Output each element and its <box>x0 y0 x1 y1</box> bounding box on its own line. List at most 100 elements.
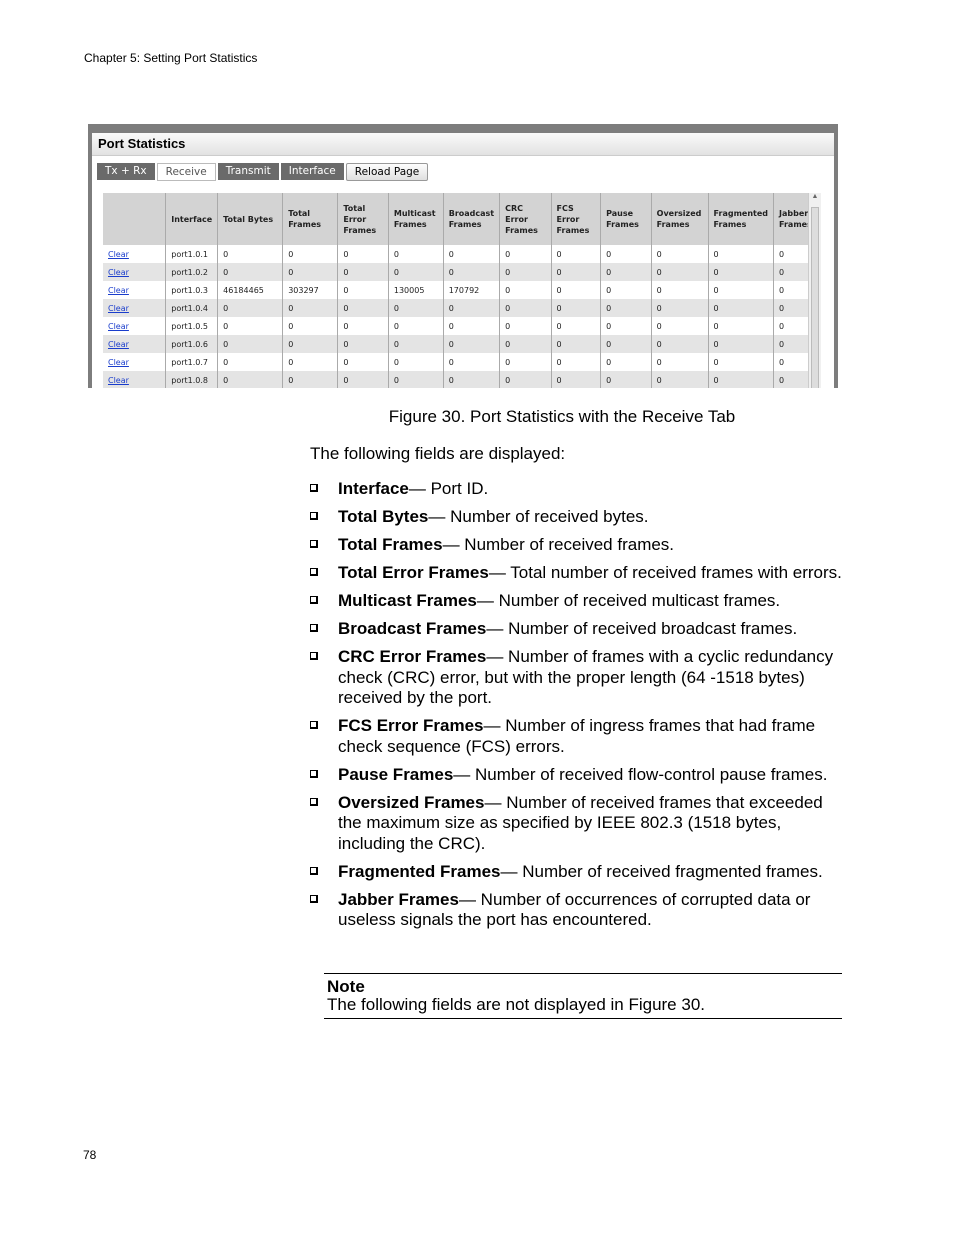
interface-cell: port1.0.3 <box>165 281 219 299</box>
value-cell: 0 <box>708 371 775 388</box>
field-term: Total Frames <box>338 535 443 554</box>
clear-link[interactable]: Clear <box>108 250 129 259</box>
value-cell: 0 <box>551 263 602 281</box>
table-row: Clear port1.0.6 0 0 0 0 0 0 0 0 0 0 0 <box>103 335 819 353</box>
clear-link[interactable]: Clear <box>108 268 129 277</box>
field-term: FCS Error Frames <box>338 716 484 735</box>
tab-tx-rx[interactable]: Tx + Rx <box>97 163 155 180</box>
value-cell: 0 <box>388 299 444 317</box>
value-cell: 0 <box>600 281 652 299</box>
square-bullet-icon <box>310 484 318 492</box>
running-head: Chapter 5: Setting Port Statistics <box>84 51 258 65</box>
field-term: Interface <box>338 479 409 498</box>
clear-link[interactable]: Clear <box>108 376 129 385</box>
column-header: FCS Error Frames <box>551 193 602 245</box>
field-list-item: Fragmented Frames— Number of received fr… <box>310 862 850 883</box>
panel-title: Port Statistics <box>92 133 834 156</box>
column-header: Multicast Frames <box>388 193 444 245</box>
clear-link[interactable]: Clear <box>108 286 129 295</box>
value-cell: 0 <box>337 317 389 335</box>
value-cell: 0 <box>443 353 501 371</box>
value-cell: 0 <box>551 371 602 388</box>
field-list-item: FCS Error Frames— Number of ingress fram… <box>310 716 850 757</box>
value-cell: 303297 <box>282 281 339 299</box>
field-list-item: Interface— Port ID. <box>310 479 850 500</box>
clear-link[interactable]: Clear <box>108 340 129 349</box>
value-cell: 0 <box>499 299 552 317</box>
column-header: Total Error Frames <box>337 193 389 245</box>
value-cell: 0 <box>217 353 284 371</box>
value-cell: 0 <box>708 317 775 335</box>
table-row: Clear port1.0.1 0 0 0 0 0 0 0 0 0 0 0 <box>103 245 819 263</box>
tab-receive[interactable]: Receive <box>156 163 216 181</box>
figure-caption: Figure 30. Port Statistics with the Rece… <box>388 407 736 426</box>
table-row: Clear port1.0.4 0 0 0 0 0 0 0 0 0 0 0 <box>103 299 819 317</box>
document-page: Chapter 5: Setting Port Statistics Port … <box>0 0 954 1235</box>
value-cell: 0 <box>443 299 501 317</box>
table-row: Clear port1.0.2 0 0 0 0 0 0 0 0 0 0 0 <box>103 263 819 281</box>
value-cell: 0 <box>708 245 775 263</box>
value-cell: 0 <box>388 335 444 353</box>
clear-link[interactable]: Clear <box>108 304 129 313</box>
field-list-item: Jabber Frames— Number of occurrences of … <box>310 890 850 931</box>
column-header: Broadcast Frames <box>443 193 501 245</box>
value-cell: 0 <box>651 245 709 263</box>
scrollbar-thumb[interactable] <box>811 207 819 388</box>
field-list: Interface— Port ID. Total Bytes— Number o… <box>310 479 850 938</box>
vertical-scrollbar[interactable]: ▲ <box>808 193 821 388</box>
scroll-up-icon[interactable]: ▲ <box>809 193 821 200</box>
value-cell: 0 <box>337 335 389 353</box>
value-cell: 0 <box>600 299 652 317</box>
interface-cell: port1.0.2 <box>165 263 219 281</box>
note-title: Note <box>327 977 365 996</box>
value-cell: 0 <box>282 299 339 317</box>
field-description: — Number of received broadcast frames. <box>486 619 798 638</box>
field-term: Total Error Frames <box>338 563 489 582</box>
value-cell: 0 <box>337 353 389 371</box>
column-header: Total Bytes <box>217 193 284 245</box>
clear-cell: Clear <box>103 245 167 263</box>
value-cell: 0 <box>499 263 552 281</box>
value-cell: 0 <box>443 263 501 281</box>
value-cell: 0 <box>443 245 501 263</box>
value-cell: 0 <box>443 335 501 353</box>
clear-link[interactable]: Clear <box>108 322 129 331</box>
clear-cell: Clear <box>103 371 167 388</box>
value-cell: 0 <box>708 353 775 371</box>
field-description: — Number of received fragmented frames. <box>500 861 823 881</box>
value-cell: 0 <box>282 263 339 281</box>
clear-link[interactable]: Clear <box>108 358 129 367</box>
value-cell: 0 <box>551 245 602 263</box>
column-header: Oversized Frames <box>651 193 709 245</box>
value-cell: 0 <box>708 299 775 317</box>
value-cell: 0 <box>551 281 602 299</box>
square-bullet-icon <box>310 866 318 875</box>
field-term: Oversized Frames <box>338 792 485 812</box>
field-list-item: CRC Error Frames— Number of frames with … <box>310 647 850 709</box>
value-cell: 0 <box>551 353 602 371</box>
clear-cell: Clear <box>103 335 167 353</box>
column-header: Total Frames <box>282 193 339 245</box>
table-row: Clear port1.0.5 0 0 0 0 0 0 0 0 0 0 0 <box>103 317 819 335</box>
reload-page-button[interactable]: Reload Page <box>345 163 429 181</box>
value-cell: 0 <box>388 317 444 335</box>
value-cell: 0 <box>337 299 389 317</box>
stats-table-container: Interface Total Bytes Total Frames Total Er… <box>103 193 819 388</box>
value-cell: 0 <box>499 245 552 263</box>
field-term: CRC Error Frames <box>338 647 487 666</box>
value-cell: 0 <box>600 245 652 263</box>
value-cell: 46184465 <box>217 281 284 299</box>
field-description: — Total number of received frames with e… <box>488 563 842 582</box>
interface-cell: port1.0.1 <box>165 245 219 263</box>
field-description: — Number of received multicast frames. <box>476 591 781 610</box>
column-header: Interface <box>165 193 219 245</box>
value-cell: 0 <box>600 353 652 371</box>
clear-cell: Clear <box>103 353 167 371</box>
tab-interface[interactable]: Interface <box>280 163 344 180</box>
value-cell: 0 <box>443 371 501 388</box>
field-description: — Number of received frames. <box>442 535 675 554</box>
square-bullet-icon <box>310 568 318 576</box>
table-row: Clear port1.0.7 0 0 0 0 0 0 0 0 0 0 0 <box>103 353 819 371</box>
tab-transmit[interactable]: Transmit <box>217 163 279 180</box>
square-bullet-icon <box>310 652 318 660</box>
